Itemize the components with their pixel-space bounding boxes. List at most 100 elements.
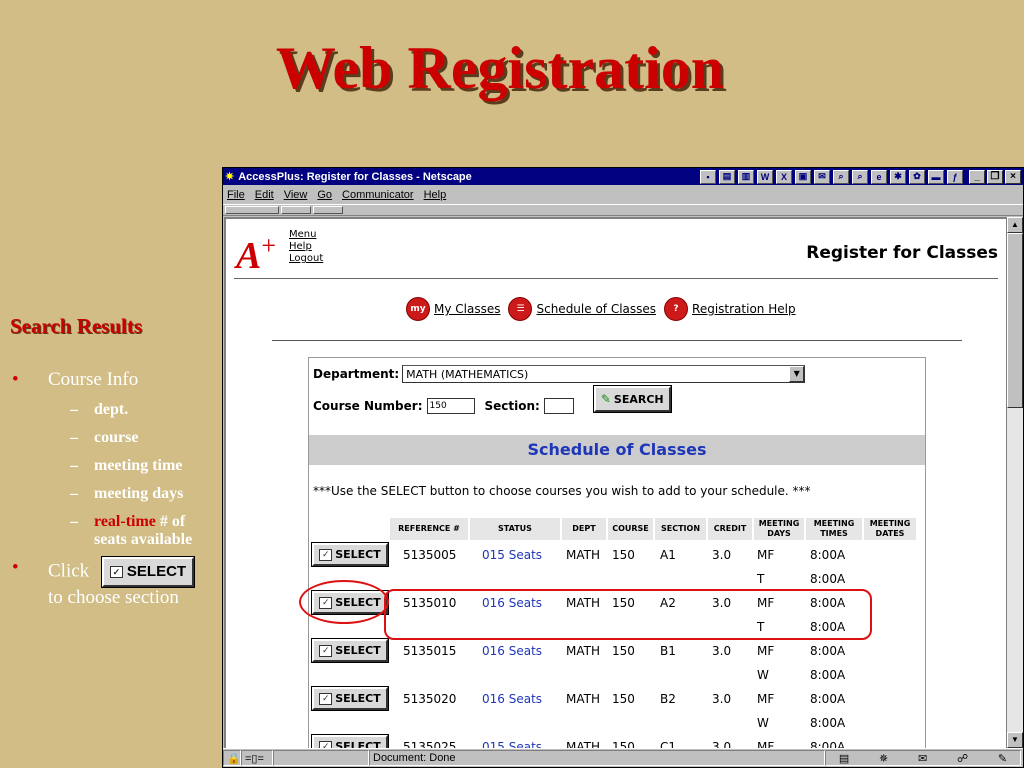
select-button[interactable]: ✓ SELECT (311, 686, 389, 711)
scroll-down-icon[interactable]: ▼ (1007, 732, 1023, 748)
tray-icon[interactable]: ✿ (909, 169, 925, 184)
help-icon[interactable]: ? (664, 297, 689, 321)
excel-icon[interactable]: X (776, 169, 792, 184)
navigator-icon[interactable]: ✵ (879, 752, 888, 765)
discussion-icon[interactable]: ☍ (957, 752, 968, 765)
restore-icon[interactable]: ❐ (987, 169, 1003, 184)
cell-section: B1 (660, 644, 676, 658)
tray-icon[interactable]: ▬ (928, 169, 944, 184)
checkbox-icon: ✓ (319, 692, 333, 705)
menu-link[interactable]: Menu (289, 229, 323, 241)
cell-status[interactable]: 015 Seats (482, 548, 542, 562)
composer-icon[interactable]: ✎ (998, 752, 1007, 765)
cell-course: 150 (612, 548, 635, 562)
search-button[interactable]: ✎ SEARCH (592, 385, 672, 413)
select-button[interactable]: ✓ SELECT (311, 734, 389, 748)
section-input[interactable] (543, 398, 574, 414)
minimize-icon[interactable]: _ (969, 169, 985, 184)
mail-icon[interactable]: ✉ (918, 752, 927, 765)
scroll-up-icon[interactable]: ▲ (1007, 217, 1023, 233)
sub-bullet-dept: dept. (10, 401, 222, 419)
select-button[interactable]: ✓ SELECT (311, 542, 389, 567)
col-meeting-days: MEETING DAYS (754, 518, 804, 540)
ftp-icon[interactable]: ƒ (947, 169, 963, 184)
menu-view[interactable]: View (284, 189, 308, 201)
realtime-rest: # of (159, 513, 186, 530)
menu-go[interactable]: Go (317, 189, 332, 201)
app-icon: ✷ (225, 171, 235, 183)
tray-icon[interactable]: ✉ (814, 169, 830, 184)
menu-communicator[interactable]: Communicator (342, 189, 414, 201)
cell-ref: 5135015 (403, 644, 457, 658)
cell-status[interactable]: 015 Seats (482, 740, 542, 748)
col-credit: CREDIT (708, 518, 752, 540)
my-classes-icon[interactable]: my (406, 297, 430, 321)
slide-title: Web Registration (275, 35, 725, 101)
checkbox-icon: ✓ (109, 566, 123, 578)
realtime-emphasis: real-time (94, 513, 156, 530)
status-text: Document: Done (369, 750, 825, 766)
menu-edit[interactable]: Edit (255, 189, 274, 201)
cell-status[interactable]: 016 Seats (482, 644, 542, 658)
col-reference: REFERENCE # (390, 518, 468, 540)
highlight-row-box (384, 589, 872, 640)
cell-section: C1 (660, 740, 677, 748)
tray-icon[interactable]: ✱ (890, 169, 906, 184)
vertical-scrollbar[interactable]: ▲ ▼ (1006, 217, 1023, 748)
help-link[interactable]: Help (289, 241, 323, 253)
select-button[interactable]: ✓ SELECT (311, 638, 389, 663)
close-icon[interactable]: × (1005, 169, 1021, 184)
toolbar-grip[interactable] (225, 206, 279, 214)
cell-time: 8:00A (810, 716, 846, 730)
search-icon[interactable]: ⌕ (852, 169, 868, 184)
lock-icon[interactable]: 🔒 (223, 750, 241, 766)
tray-icon[interactable]: ▥ (738, 169, 754, 184)
wand-icon: ✎ (600, 392, 611, 406)
bullet-course-info: Course Info (10, 369, 222, 391)
schedule-band-title: Schedule of Classes (309, 435, 925, 465)
logout-link[interactable]: Logout (289, 253, 323, 265)
cell-dept: MATH (566, 740, 600, 748)
component-bar: ▤ ✵ ✉ ☍ ✎ (825, 750, 1021, 766)
table-header: REFERENCE # STATUS DEPT COURSE SECTION C… (390, 518, 918, 540)
highlight-ellipse (299, 580, 389, 624)
menu-help[interactable]: Help (424, 189, 447, 201)
browser-icon[interactable]: e (871, 169, 887, 184)
tray-icon[interactable]: ▤ (719, 169, 735, 184)
menu-bar: File Edit View Go Communicator Help (223, 185, 1023, 204)
cell-time: 8:00A (810, 572, 846, 586)
search-icon[interactable]: ⌕ (833, 169, 849, 184)
toolbar-grip[interactable] (313, 206, 343, 214)
toolbar-grip[interactable] (281, 206, 311, 214)
col-meeting-times: MEETING TIMES (806, 518, 862, 540)
taskbar-icons: ▪ ▤ ▥ W X ▣ ✉ ⌕ ⌕ e ✱ ✿ ▬ ƒ (700, 169, 963, 184)
cell-days: W (757, 716, 769, 730)
list-icon[interactable]: ☰ (508, 297, 533, 321)
my-classes-link[interactable]: My Classes (434, 302, 500, 316)
cell-credit: 3.0 (712, 692, 732, 706)
tray-icon[interactable]: ▪ (700, 169, 716, 184)
cell-time: 8:00A (810, 644, 846, 658)
toolbar-grips (223, 204, 1023, 216)
schedule-of-classes-link[interactable]: Schedule of Classes (536, 302, 656, 316)
connection-icon: =▯= (241, 750, 273, 766)
scroll-thumb[interactable] (1007, 233, 1023, 408)
menu-file[interactable]: File (227, 189, 245, 201)
cell-days: T (757, 572, 765, 586)
tray-icon[interactable]: ▣ (795, 169, 811, 184)
cell-course: 150 (612, 740, 635, 748)
cell-dept: MATH (566, 692, 600, 706)
chevron-down-icon[interactable]: ▼ (789, 366, 805, 382)
browser-window: ✷ AccessPlus: Register for Classes - Net… (222, 167, 1024, 768)
word-icon[interactable]: W (757, 169, 773, 184)
department-select[interactable]: MATH (MATHEMATICS) ▼ (402, 365, 806, 383)
col-status: STATUS (470, 518, 560, 540)
sub-bullet-realtime: real-time # of seats available (10, 513, 222, 549)
registration-help-link[interactable]: Registration Help (692, 302, 796, 316)
cell-days: MF (757, 692, 775, 706)
cell-time: 8:00A (810, 740, 846, 748)
page-icon[interactable]: ▤ (839, 752, 849, 765)
course-number-input[interactable]: 150 (426, 398, 475, 414)
cell-status[interactable]: 016 Seats (482, 692, 542, 706)
cell-section: A1 (660, 548, 676, 562)
